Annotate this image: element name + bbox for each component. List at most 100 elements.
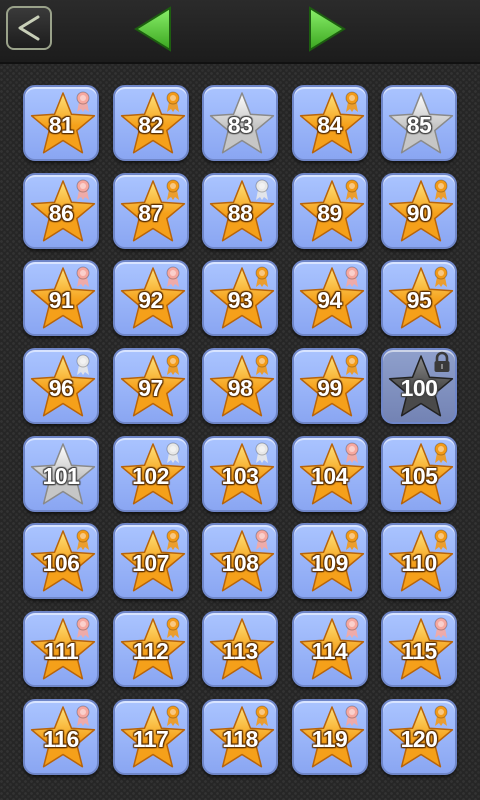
level-tile[interactable]: 95 [381,260,457,337]
level-tile[interactable]: 118 [202,698,278,775]
level-number: 108 [221,550,259,577]
level-number: 105 [400,462,438,489]
level-tile[interactable]: 82 [112,85,189,161]
level-tile[interactable]: 84 [291,85,368,161]
level-tile[interactable]: 103 [202,435,278,512]
level-number: 95 [406,287,432,314]
level-number: 92 [138,287,163,314]
gold-medal-icon [345,354,358,376]
level-tile[interactable]: 119 [291,698,368,775]
level-tile[interactable]: 102 [112,435,189,512]
level-number: 104 [311,462,348,489]
level-tile[interactable]: 116 [23,698,99,775]
level-tile[interactable]: 104 [291,435,368,512]
level-tile[interactable]: 120 [381,698,457,775]
level-tile[interactable]: 113 [202,611,278,688]
level-tile[interactable]: 117 [112,698,189,775]
pink-medal-icon [76,179,90,200]
gold-medal-icon [166,91,179,112]
level-tile[interactable]: 93 [202,260,278,337]
level-tile[interactable]: 111 [23,611,99,688]
level-tile[interactable]: 92 [112,260,189,337]
level-tile[interactable]: 110 [381,523,457,600]
level-number: 115 [401,638,437,665]
level-tile[interactable]: 105 [381,435,457,512]
level-tile[interactable]: 94 [291,260,368,337]
gold-medal-icon [434,266,448,288]
gold-medal-icon [166,354,179,376]
level-tile[interactable]: 112 [112,611,189,688]
level-tile[interactable]: 91 [23,260,99,337]
level-tile[interactable]: 100 [381,348,457,425]
level-number: 85 [406,112,432,138]
silver-medal-icon [166,442,179,463]
silver-medal-icon [255,179,269,200]
level-tile[interactable]: 87 [112,172,189,249]
pink-medal-icon [345,442,358,463]
level-tile[interactable]: 81 [23,85,99,161]
level-number: 99 [317,375,342,402]
level-tile[interactable]: 97 [112,348,189,425]
level-number: 90 [406,199,432,226]
previous-page-button[interactable] [132,4,176,54]
level-number: 112 [132,638,169,665]
pink-medal-icon [345,266,358,288]
gold-medal-icon [76,529,90,551]
level-tile[interactable]: 86 [23,172,99,249]
level-number: 113 [222,638,258,665]
gold-medal-icon [255,354,269,376]
pink-medal-icon [76,617,90,639]
gold-medal-icon [255,266,269,288]
lock-icon [434,351,450,373]
level-number: 114 [311,638,348,665]
level-tile[interactable]: 90 [381,172,457,249]
level-tile[interactable]: 115 [381,611,457,688]
gold-medal-icon [434,442,448,463]
level-number: 107 [132,550,169,577]
level-tile[interactable]: 89 [291,172,368,249]
level-number: 82 [138,112,163,138]
gold-medal-icon [166,705,179,726]
silver-medal-icon [255,442,269,463]
level-number: 88 [227,199,253,226]
level-number: 91 [48,287,74,314]
level-number: 94 [317,287,342,314]
level-tile[interactable]: 101 [23,435,99,512]
level-tile[interactable]: 109 [291,523,368,600]
level-tile[interactable]: 98 [202,348,278,425]
level-tile[interactable]: 99 [291,348,368,425]
pink-medal-icon [345,705,358,726]
next-page-button[interactable] [304,4,348,54]
gold-medal-icon [345,91,358,112]
level-tile[interactable]: 108 [202,523,278,600]
level-number: 110 [401,550,437,577]
gold-medal-icon [255,705,269,726]
level-number: 96 [48,375,74,402]
gold-medal-icon [345,179,358,200]
level-tile[interactable]: 114 [291,611,368,688]
back-button[interactable] [6,6,52,50]
level-tile[interactable]: 107 [112,523,189,600]
pink-medal-icon [345,617,358,639]
level-tile[interactable]: 85 [381,85,457,161]
level-number: 97 [138,375,163,402]
level-number: 106 [42,550,80,577]
level-number: 116 [43,725,79,752]
gold-medal-icon [166,617,179,639]
top-bar [0,0,480,64]
gold-medal-icon [434,529,448,551]
level-tile[interactable]: 88 [202,172,278,249]
pink-medal-icon [76,705,90,726]
level-number: 109 [311,550,348,577]
back-chevron-icon [18,15,40,41]
gold-medal-icon [166,529,179,551]
level-tile[interactable]: 83 [202,85,278,161]
gold-medal-icon [434,179,448,200]
level-number: 117 [132,725,169,752]
level-tile[interactable]: 106 [23,523,99,600]
pink-medal-icon [76,266,90,288]
level-number: 83 [227,112,253,138]
level-tile[interactable]: 96 [23,348,99,425]
level-number: 93 [227,287,253,314]
level-number: 100 [400,375,438,402]
